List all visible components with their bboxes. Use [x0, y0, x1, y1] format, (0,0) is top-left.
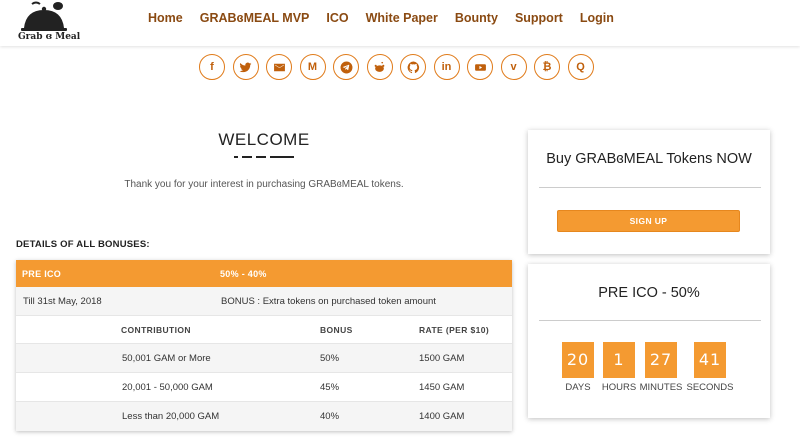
welcome-text: Thank you for your interest in purchasin…	[124, 179, 404, 190]
linkedin-icon[interactable]: in	[433, 54, 460, 80]
phase-name: PRE ICO	[22, 269, 62, 279]
twitter-icon[interactable]	[232, 54, 259, 80]
telegram-icon[interactable]	[333, 54, 359, 80]
seconds-label: SECONDS	[686, 382, 734, 393]
buy-tokens-card: Buy GRABɞMEAL Tokens NOW SIGN UP	[528, 130, 770, 254]
social-links: f M in v ₿ Q	[199, 54, 601, 80]
row-bonus: 45%	[320, 382, 340, 393]
nav-login[interactable]: Login	[580, 11, 614, 25]
row-rate: 1400 GAM	[419, 411, 465, 422]
row-bonus: 40%	[320, 411, 340, 422]
table-row: 50,001 GAM or More 50% 1500 GAM	[16, 344, 512, 373]
period-bonus: BONUS : Extra tokens on purchased token …	[221, 296, 436, 307]
pre-ico-card: PRE ICO - 50% 20 DAYS 1 HOURS 27 MINUTES…	[528, 264, 770, 418]
row-contribution: 50,001 GAM or More	[122, 353, 211, 364]
nav-support[interactable]: Support	[515, 11, 563, 25]
vimeo-icon[interactable]: v	[500, 54, 527, 80]
title-underline	[234, 156, 294, 159]
buy-card-title: Buy GRABɞMEAL Tokens NOW	[546, 151, 752, 167]
divider	[539, 320, 761, 321]
bonus-table: PRE ICO 50% - 40% Till 31st May, 2018 BO…	[16, 260, 512, 431]
minutes-value: 27	[645, 342, 677, 378]
brand-logo[interactable]: Grab ɞ Meal	[14, 0, 80, 44]
row-rate: 1500 GAM	[419, 353, 465, 364]
facebook-icon[interactable]: f	[199, 54, 225, 80]
row-bonus: 50%	[320, 353, 340, 364]
row-rate: 1450 GAM	[419, 382, 465, 393]
nav-white-paper[interactable]: White Paper	[366, 11, 438, 25]
countdown-minutes: 27 MINUTES	[640, 342, 682, 393]
cloche-logo-icon	[21, 1, 67, 31]
row-contribution: Less than 20,000 GAM	[122, 411, 220, 422]
pre-ico-title: PRE ICO - 50%	[598, 285, 700, 301]
table-column-headers: CONTRIBUTION BONUS RATE (PER $10)	[16, 316, 512, 344]
bonus-table-header: PRE ICO 50% - 40%	[16, 260, 512, 287]
col-bonus: BONUS	[320, 325, 353, 335]
welcome-section: WELCOME Thank you for your interest in p…	[16, 130, 512, 190]
bonuses-title: DETAILS OF ALL BONUSES:	[16, 239, 150, 250]
main-nav: Home GRABɞMEAL MVP ICO White Paper Bount…	[148, 0, 631, 36]
nav-home[interactable]: Home	[148, 11, 183, 25]
nav-mvp[interactable]: GRABɞMEAL MVP	[200, 11, 310, 25]
bitcoin-icon[interactable]: ₿	[534, 54, 560, 80]
row-contribution: 20,001 - 50,000 GAM	[122, 382, 213, 393]
quora-icon[interactable]: Q	[567, 54, 594, 80]
brand-name: Grab ɞ Meal	[18, 32, 81, 42]
days-value: 20	[562, 342, 594, 378]
countdown-seconds: 41 SECONDS	[687, 342, 733, 393]
period-date: Till 31st May, 2018	[23, 296, 102, 307]
email-icon[interactable]	[266, 54, 292, 80]
site-header: Grab ɞ Meal Home GRABɞMEAL MVP ICO White…	[0, 0, 800, 46]
col-rate: RATE (PER $10)	[419, 325, 490, 335]
table-row: 20,001 - 50,000 GAM 45% 1450 GAM	[16, 373, 512, 402]
table-row: Less than 20,000 GAM 40% 1400 GAM	[16, 402, 512, 431]
phase-range: 50% - 40%	[220, 269, 267, 279]
hours-value: 1	[603, 342, 635, 378]
seconds-value: 41	[694, 342, 726, 378]
col-contribution: CONTRIBUTION	[121, 325, 191, 335]
reddit-icon[interactable]	[366, 54, 393, 80]
youtube-icon[interactable]	[467, 54, 493, 80]
medium-icon[interactable]: M	[299, 54, 326, 80]
github-icon[interactable]	[400, 54, 426, 80]
sign-up-button[interactable]: SIGN UP	[557, 210, 740, 232]
welcome-title: WELCOME	[218, 130, 310, 149]
divider	[539, 187, 761, 188]
nav-bounty[interactable]: Bounty	[455, 11, 498, 25]
nav-ico[interactable]: ICO	[326, 11, 348, 25]
bonus-period-row: Till 31st May, 2018 BONUS : Extra tokens…	[16, 287, 512, 316]
